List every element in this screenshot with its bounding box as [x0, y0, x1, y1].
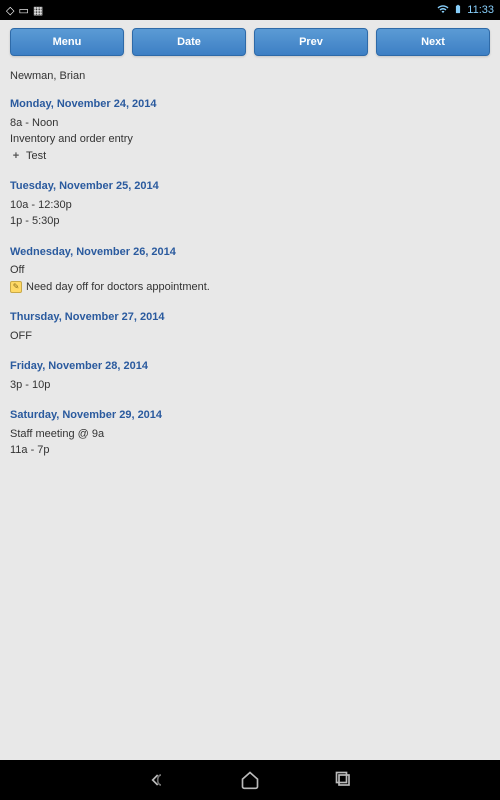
- day-header: Saturday, November 29, 2014: [10, 407, 490, 424]
- status-right: 11:33: [437, 2, 494, 19]
- schedule-day: Monday, November 24, 2014 8a - Noon Inve…: [10, 96, 490, 164]
- battery-icon: [453, 2, 463, 19]
- day-header: Friday, November 28, 2014: [10, 358, 490, 375]
- day-shift: 8a - Noon: [10, 115, 490, 132]
- recent-apps-icon[interactable]: [332, 768, 356, 792]
- day-note: Inventory and order entry: [10, 131, 490, 148]
- day-header: Monday, November 24, 2014: [10, 96, 490, 113]
- home-icon[interactable]: [238, 768, 262, 792]
- toolbar: Menu Date Prev Next: [10, 28, 490, 56]
- day-extra: + Test: [10, 148, 490, 165]
- back-icon[interactable]: [144, 768, 168, 792]
- wifi-icon: [437, 3, 449, 18]
- day-shift: 10a - 12:30p: [10, 197, 490, 214]
- day-note-text: Need day off for doctors appointment.: [26, 279, 210, 296]
- schedule-day: Thursday, November 27, 2014 OFF: [10, 309, 490, 344]
- day-header: Tuesday, November 25, 2014: [10, 178, 490, 195]
- status-bar: ◇ ▭ ▦ 11:33: [0, 0, 500, 20]
- day-shift: OFF: [10, 328, 490, 345]
- plus-icon: +: [10, 150, 22, 162]
- day-shift: 11a - 7p: [10, 442, 490, 459]
- day-shift: 3p - 10p: [10, 377, 490, 394]
- day-note: ✎ Need day off for doctors appointment.: [10, 279, 490, 296]
- sync-icon: ◇: [6, 4, 14, 17]
- date-button[interactable]: Date: [132, 28, 246, 56]
- debug-icon: ▦: [33, 4, 43, 17]
- status-left: ◇ ▭ ▦: [6, 4, 43, 17]
- schedule-day: Wednesday, November 26, 2014 Off ✎ Need …: [10, 244, 490, 296]
- day-extra-text: Test: [26, 148, 46, 165]
- schedule-day: Tuesday, November 25, 2014 10a - 12:30p …: [10, 178, 490, 230]
- prev-button[interactable]: Prev: [254, 28, 368, 56]
- app-content: Menu Date Prev Next Newman, Brian Monday…: [0, 20, 500, 760]
- user-name: Newman, Brian: [10, 70, 490, 82]
- note-icon: ✎: [10, 281, 22, 293]
- next-button[interactable]: Next: [376, 28, 490, 56]
- schedule-day: Friday, November 28, 2014 3p - 10p: [10, 358, 490, 393]
- day-note: Staff meeting @ 9a: [10, 426, 490, 443]
- image-icon: ▭: [18, 4, 28, 17]
- nav-bar: [0, 760, 500, 800]
- day-header: Thursday, November 27, 2014: [10, 309, 490, 326]
- day-header: Wednesday, November 26, 2014: [10, 244, 490, 261]
- clock-time: 11:33: [467, 4, 494, 16]
- schedule-day: Saturday, November 29, 2014 Staff meetin…: [10, 407, 490, 459]
- day-shift: Off: [10, 262, 490, 279]
- day-shift: 1p - 5:30p: [10, 213, 490, 230]
- menu-button[interactable]: Menu: [10, 28, 124, 56]
